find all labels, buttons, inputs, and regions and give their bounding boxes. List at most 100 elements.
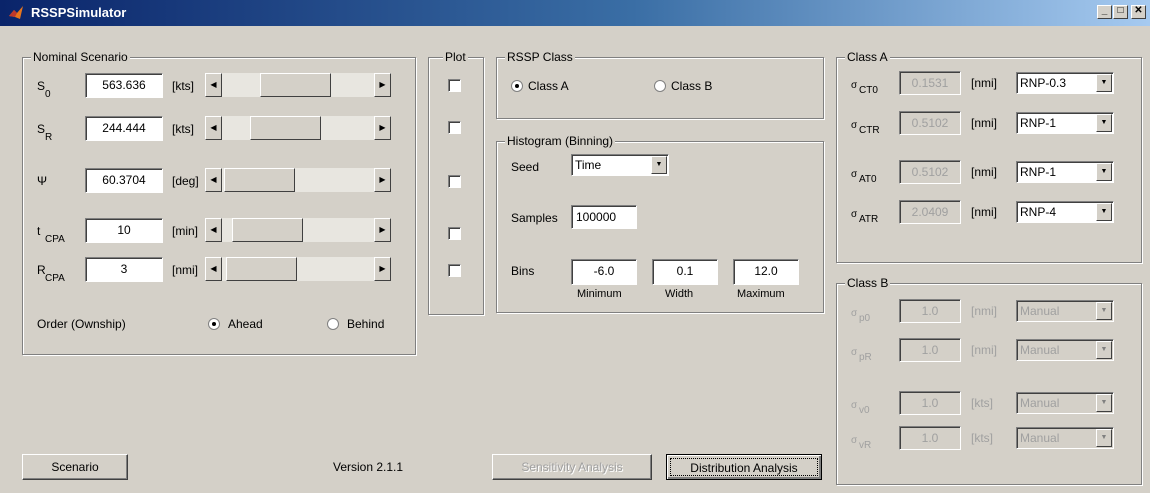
bins-label: Bins (511, 264, 535, 278)
scenario-button[interactable]: Scenario (22, 454, 128, 480)
bins-minimum-input[interactable]: -6.0 (571, 259, 637, 285)
app-window: RSSPSimulator _ □ ✕ Nominal Scenario S05… (0, 0, 1150, 493)
sensitivity-analysis-button[interactable]: Sensitivity Analysis (492, 454, 652, 480)
seed-select[interactable]: Time ▼ (571, 154, 669, 176)
sigma-unit: [nmi] (971, 76, 998, 90)
sigma-value-input[interactable]: 1.0 (899, 426, 961, 450)
rnp-select[interactable]: RNP-1 ▼ (1016, 112, 1114, 134)
plot-checkbox-sr[interactable] (448, 121, 461, 134)
chevron-down-icon[interactable]: ▼ (1096, 163, 1112, 181)
bins-maximum-input[interactable]: 12.0 (733, 259, 799, 285)
plot-checkbox-tcpa[interactable] (448, 227, 461, 240)
close-button[interactable]: ✕ (1131, 5, 1146, 19)
nominal-value-input[interactable]: 3 (85, 257, 163, 282)
rnp-select[interactable]: Manual ▼ (1016, 392, 1114, 414)
slider-thumb[interactable] (224, 168, 295, 192)
rnp-select[interactable]: Manual ▼ (1016, 300, 1114, 322)
rnp-select[interactable]: Manual ▼ (1016, 427, 1114, 449)
rnp-select-value: Manual (1020, 304, 1060, 318)
nominal-slider[interactable]: ◀ ▶ (205, 168, 391, 192)
sigma-value-input[interactable]: 1.0 (899, 391, 961, 415)
plot-checkbox-s0[interactable] (448, 79, 461, 92)
sigma-unit: [kts] (971, 431, 994, 445)
rnp-select[interactable]: RNP-0.3 ▼ (1016, 72, 1114, 94)
nominal-unit: [nmi] (172, 263, 199, 277)
slider-thumb[interactable] (260, 73, 331, 97)
histogram-title: Histogram (Binning) (505, 134, 616, 148)
sigma-symbol: σ (851, 400, 858, 411)
chevron-down-icon[interactable]: ▼ (651, 156, 667, 174)
nominal-subscript: 0 (45, 89, 51, 100)
chevron-down-icon[interactable]: ▼ (1096, 203, 1112, 221)
bins-width-input[interactable]: 0.1 (652, 259, 718, 285)
window-title: RSSPSimulator (31, 5, 127, 20)
chevron-down-icon[interactable]: ▼ (1096, 302, 1112, 320)
class-a-radio[interactable] (511, 80, 523, 92)
plot-checkbox-psi[interactable] (448, 175, 461, 188)
chevron-down-icon[interactable]: ▼ (1096, 429, 1112, 447)
nominal-slider[interactable]: ◀ ▶ (205, 116, 391, 140)
nominal-scenario-panel: Nominal Scenario (22, 50, 416, 355)
version-label: Version 2.1.1 (333, 460, 404, 474)
rnp-select[interactable]: RNP-4 ▼ (1016, 201, 1114, 223)
arrow-right-icon[interactable]: ▶ (374, 218, 391, 242)
sigma-subscript: CTR (859, 125, 880, 136)
arrow-left-icon[interactable]: ◀ (205, 218, 222, 242)
arrow-left-icon[interactable]: ◀ (205, 257, 222, 281)
nominal-value-input[interactable]: 10 (85, 218, 163, 243)
chevron-down-icon[interactable]: ▼ (1096, 394, 1112, 412)
rnp-select-value: RNP-1 (1020, 165, 1057, 179)
slider-thumb[interactable] (226, 257, 297, 281)
rnp-select[interactable]: RNP-1 ▼ (1016, 161, 1114, 183)
slider-thumb[interactable] (232, 218, 303, 242)
seed-label: Seed (511, 160, 540, 174)
minimize-button[interactable]: _ (1097, 5, 1112, 19)
distribution-analysis-label: Distribution Analysis (670, 458, 818, 476)
nominal-slider[interactable]: ◀ ▶ (205, 257, 391, 281)
nominal-value-input[interactable]: 563.636 (85, 73, 163, 98)
arrow-right-icon[interactable]: ▶ (374, 73, 391, 97)
sigma-value-input[interactable]: 2.0409 (899, 200, 961, 224)
rnp-select-value: RNP-4 (1020, 205, 1057, 219)
rnp-select[interactable]: Manual ▼ (1016, 339, 1114, 361)
class-b-radio-label: Class B (671, 79, 713, 93)
plot-title: Plot (443, 50, 468, 64)
nominal-unit: [min] (172, 224, 199, 238)
nominal-slider[interactable]: ◀ ▶ (205, 218, 391, 242)
distribution-analysis-button[interactable]: Distribution Analysis (666, 454, 822, 480)
chevron-down-icon[interactable]: ▼ (1096, 341, 1112, 359)
sigma-value-input[interactable]: 1.0 (899, 338, 961, 362)
arrow-right-icon[interactable]: ▶ (374, 116, 391, 140)
order-label: Order (Ownship) (37, 317, 126, 331)
nominal-slider[interactable]: ◀ ▶ (205, 73, 391, 97)
arrow-right-icon[interactable]: ▶ (374, 168, 391, 192)
sigma-value-input[interactable]: 0.1531 (899, 71, 961, 95)
class-b-radio[interactable] (654, 80, 666, 92)
arrow-left-icon[interactable]: ◀ (205, 116, 222, 140)
slider-thumb[interactable] (250, 116, 321, 140)
ahead-radio[interactable] (208, 318, 220, 330)
sigma-symbol: σ (851, 347, 858, 358)
sigma-value-input[interactable]: 0.5102 (899, 160, 961, 184)
nominal-unit: [kts] (172, 122, 195, 136)
sigma-symbol: σ (851, 80, 858, 91)
sigma-unit: [nmi] (971, 165, 998, 179)
arrow-left-icon[interactable]: ◀ (205, 73, 222, 97)
sigma-symbol: σ (851, 120, 858, 131)
nominal-value-input[interactable]: 244.444 (85, 116, 163, 141)
arrow-left-icon[interactable]: ◀ (205, 168, 222, 192)
title-bar[interactable]: RSSPSimulator _ □ ✕ (0, 0, 1150, 26)
chevron-down-icon[interactable]: ▼ (1096, 74, 1112, 92)
sigma-subscript: AT0 (859, 174, 877, 185)
maximize-button[interactable]: □ (1113, 5, 1128, 19)
behind-radio[interactable] (327, 318, 339, 330)
nominal-value-input[interactable]: 60.3704 (85, 168, 163, 193)
samples-input[interactable]: 100000 (571, 205, 637, 229)
sigma-symbol: σ (851, 308, 858, 319)
sigma-value-input[interactable]: 0.5102 (899, 111, 961, 135)
chevron-down-icon[interactable]: ▼ (1096, 114, 1112, 132)
plot-checkbox-rcpa[interactable] (448, 264, 461, 277)
sigma-value-input[interactable]: 1.0 (899, 299, 961, 323)
ahead-label: Ahead (228, 317, 263, 331)
arrow-right-icon[interactable]: ▶ (374, 257, 391, 281)
